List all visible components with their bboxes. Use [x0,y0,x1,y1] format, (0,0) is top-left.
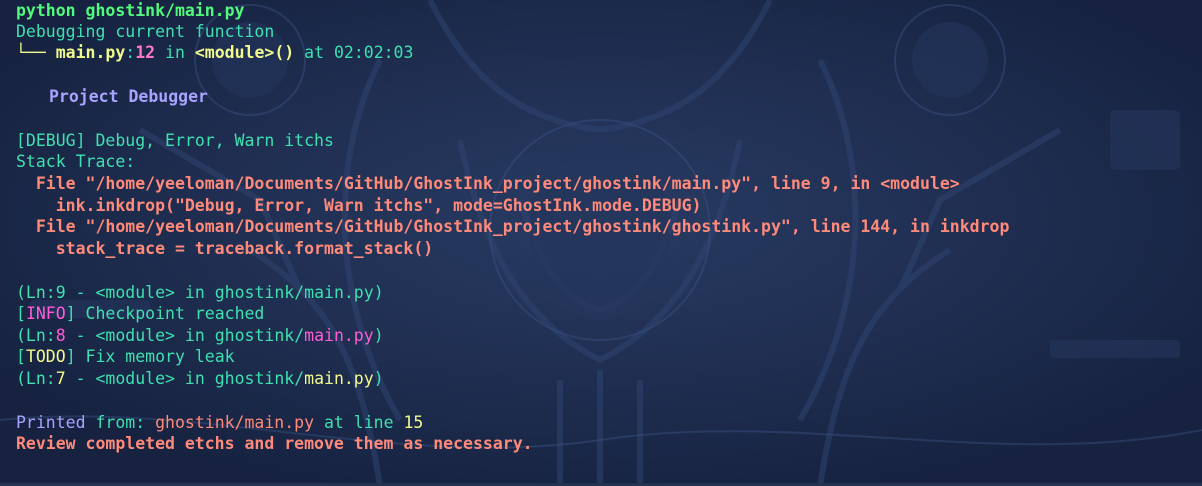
at-word: at [294,43,334,62]
printed-line-number: 15 [403,413,424,432]
todo-entry-line: [TODO] Fix memory leak [16,346,235,368]
info-tag: INFO [25,304,66,323]
location-module: <module> [95,283,175,302]
location-prefix: (Ln: [16,283,56,302]
printed-path: ghostink/main.py [145,413,315,432]
stack-trace-line: ink.inkdrop("Debug, Error, Warn itchs", … [16,196,702,215]
location-prefix: (Ln: [16,326,56,345]
location-in: in [174,369,215,388]
printed-label: Printed [16,413,86,432]
location-close: ) [373,283,384,302]
current-time: 02:02:03 [333,43,414,62]
location-in: in [174,283,215,302]
info-bracket-close: ] [65,304,76,323]
current-module: <module>() [194,43,295,62]
todo-tag: TODO [25,347,66,366]
terminal-output: python ghostink/main.py Debugging curren… [0,0,1202,486]
current-line-number: 12 [135,43,156,62]
debug-entry-line: [DEBUG] Debug, Error, Warn itchs [16,130,334,152]
colon: : [125,43,136,62]
page-title: Project Debugger [49,87,208,106]
location-separator: - [65,369,96,388]
debug-subtitle: Debugging current function [16,22,275,41]
stack-trace-line: File "/home/yeeloman/Documents/GitHub/Gh… [16,217,1010,236]
current-location-line: └── main.py:12 in <module>() at 02:02:03 [16,42,413,64]
todo-location: (Ln:7 - <module> in ghostink/main.py) [16,368,384,390]
location-in: in [174,326,215,345]
stack-trace-line: File "/home/yeeloman/Documents/GitHub/Gh… [16,174,960,193]
info-location: (Ln:8 - <module> in ghostink/main.py) [16,325,384,347]
location-file: main.py [304,326,374,345]
printed-from-line: Printed from: ghostink/main.py at line 1… [16,412,423,434]
location-close: ) [373,326,384,345]
debug-tag: [DEBUG] [16,131,86,150]
command-line: python ghostink/main.py [16,1,245,20]
location-module: <module> [95,369,175,388]
from-label: from: [85,413,146,432]
location-dir: ghostink/ [214,369,305,388]
debug-message: Debug, Error, Warn itchs [85,131,334,150]
location-line-number: 9 [55,283,66,302]
location-file: main.py [304,369,374,388]
in-word: in [155,43,195,62]
tree-branch: └── [16,43,56,62]
location-prefix: (Ln: [16,369,56,388]
location-file: main.py [304,283,374,302]
location-module: <module> [95,326,175,345]
info-bracket-open: [ [16,304,26,323]
todo-message: Fix memory leak [75,347,235,366]
stack-trace-label: Stack Trace: [16,152,136,171]
debug-location: (Ln:9 - <module> in ghostink/main.py) [16,282,384,304]
location-separator: - [65,283,96,302]
location-dir: ghostink/ [214,326,305,345]
location-close: ) [373,369,384,388]
location-separator: - [65,326,96,345]
at-line-label: at line [314,413,404,432]
location-dir: ghostink/ [214,283,305,302]
stack-trace-line: stack_trace = traceback.format_stack() [16,239,434,258]
current-file: main.py [55,43,126,62]
info-message: Checkpoint reached [75,304,265,323]
location-line-number: 7 [55,369,66,388]
todo-bracket-close: ] [65,347,76,366]
todo-bracket-open: [ [16,347,26,366]
location-line-number: 8 [55,326,66,345]
review-message: Review completed etchs and remove them a… [16,434,533,453]
info-entry-line: [INFO] Checkpoint reached [16,303,264,325]
